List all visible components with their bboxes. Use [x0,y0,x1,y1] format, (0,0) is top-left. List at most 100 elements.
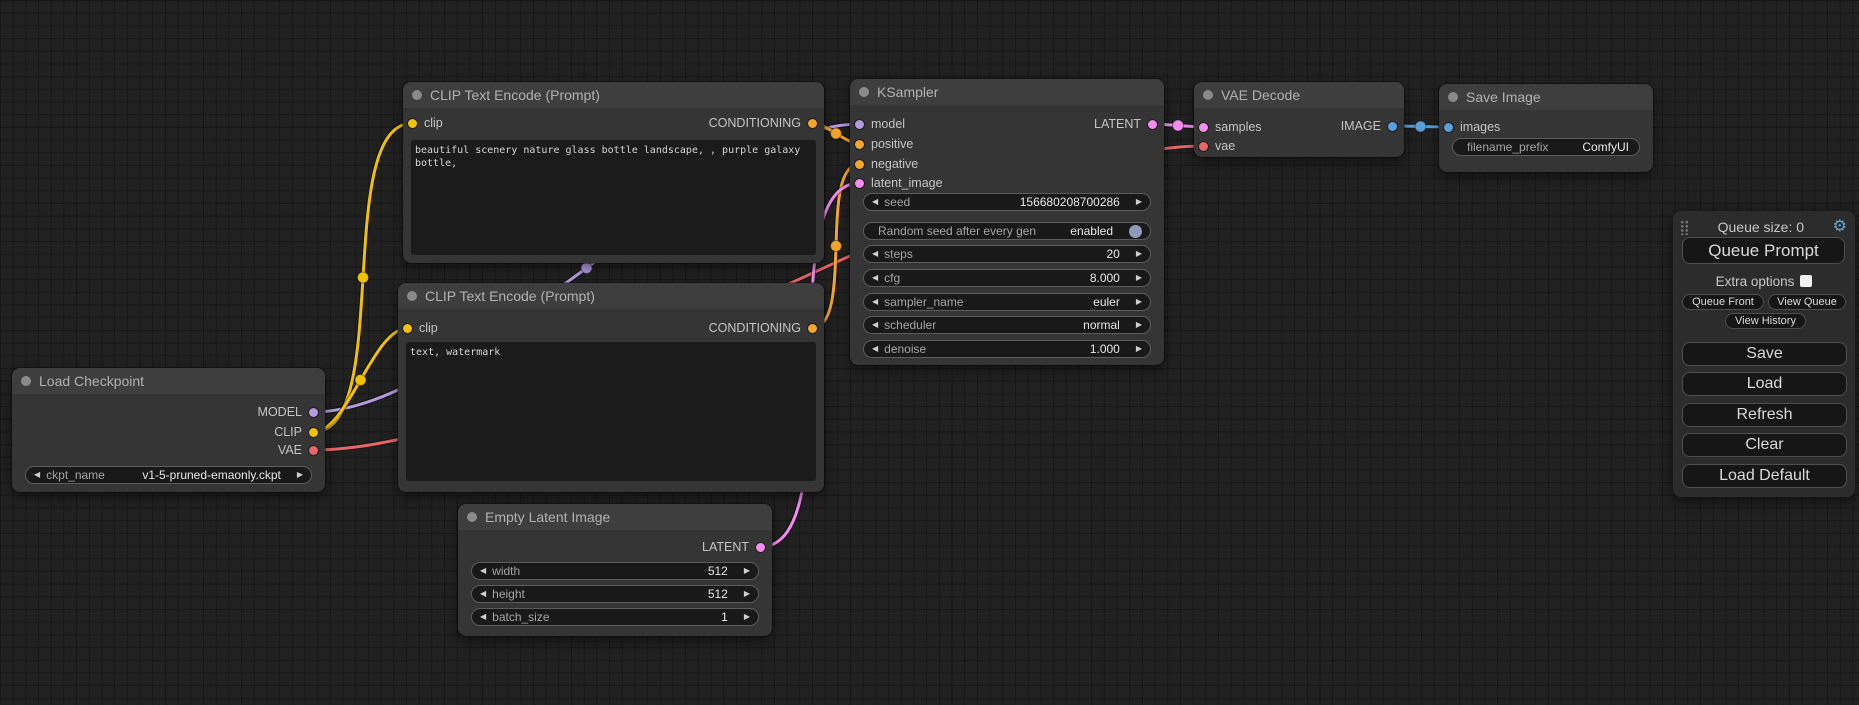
input-dot-vae[interactable] [1199,142,1208,151]
input-dot-positive[interactable] [855,140,864,149]
prompt-textarea[interactable]: text, watermark [406,342,816,481]
output-dot-image[interactable] [1388,122,1397,131]
input-slot-samples: samples [1199,119,1262,135]
decrement-arrow-icon[interactable]: ◀ [480,613,486,621]
increment-arrow-icon[interactable]: ▶ [744,567,750,575]
node-title-bar[interactable]: Empty Latent Image [458,504,772,530]
output-dot-model[interactable] [309,408,318,417]
collapse-dot-icon[interactable] [407,291,417,301]
widget-filename-prefix[interactable]: filename_prefixComfyUI [1452,138,1640,156]
output-dot-vae[interactable] [309,446,318,455]
widget-cfg[interactable]: ◀cfg8.000▶ [863,269,1151,287]
node-title-label: KSampler [877,84,938,100]
prompt-textarea[interactable]: beautiful scenery nature glass bottle la… [411,140,816,255]
decrement-arrow-icon[interactable]: ◀ [480,590,486,598]
output-label: CLIP [274,425,302,439]
input-label: model [871,117,905,131]
decrement-arrow-icon[interactable]: ◀ [872,321,878,329]
decrement-arrow-icon[interactable]: ◀ [872,345,878,353]
increment-arrow-icon[interactable]: ▶ [1136,274,1142,282]
queue-prompt-button[interactable]: Queue Prompt [1682,237,1845,264]
input-dot-negative[interactable] [855,160,864,169]
widget-height[interactable]: ◀height512▶ [471,585,759,603]
node-ksampler[interactable]: KSamplermodelpositivenegativelatent_imag… [850,79,1164,365]
widget-sampler-name[interactable]: ◀sampler_nameeuler▶ [863,293,1151,311]
increment-arrow-icon[interactable]: ▶ [1136,321,1142,329]
input-dot-samples[interactable] [1199,123,1208,132]
load-button[interactable]: Load [1682,372,1847,396]
increment-arrow-icon[interactable]: ▶ [1136,250,1142,258]
refresh-button[interactable]: Refresh [1682,403,1847,427]
collapse-dot-icon[interactable] [467,512,477,522]
input-slot-negative: negative [855,156,918,172]
increment-arrow-icon[interactable]: ▶ [744,590,750,598]
extra-options-checkbox[interactable] [1800,275,1812,287]
decrement-arrow-icon[interactable]: ◀ [872,198,878,206]
node-title-bar[interactable]: Load Checkpoint [12,368,325,394]
node-vae-decode[interactable]: VAE DecodesamplesvaeIMAGE [1194,82,1404,157]
decrement-arrow-icon[interactable]: ◀ [872,274,878,282]
output-dot-clip[interactable] [309,428,318,437]
input-dot-latent_image[interactable] [855,179,864,188]
widget-denoise[interactable]: ◀denoise1.000▶ [863,340,1151,358]
increment-arrow-icon[interactable]: ▶ [1136,345,1142,353]
node-empty-latent-image[interactable]: Empty Latent Image LATENT ◀width512▶ ◀heigh… [458,504,772,636]
node-title-bar[interactable]: CLIP Text Encode (Prompt) [403,82,824,108]
collapse-dot-icon[interactable] [412,90,422,100]
input-dot-images[interactable] [1444,123,1453,132]
widget-scheduler[interactable]: ◀schedulernormal▶ [863,316,1151,334]
increment-arrow-icon[interactable]: ▶ [1136,298,1142,306]
clear-button[interactable]: Clear [1682,433,1847,457]
view-history-button[interactable]: View History [1725,313,1806,329]
increment-arrow-icon[interactable]: ▶ [297,471,303,479]
output-dot-latent[interactable] [756,543,765,552]
widget-batch-size[interactable]: ◀batch_size1▶ [471,608,759,626]
node-title-bar[interactable]: VAE Decode [1194,82,1404,108]
node-title-bar[interactable]: CLIP Text Encode (Prompt) [398,283,824,309]
node-clip-encode-negative[interactable]: CLIP Text Encode (Prompt)clipCONDITIONIN… [398,283,824,492]
increment-arrow-icon[interactable]: ▶ [1136,198,1142,206]
output-label: VAE [278,443,302,457]
input-dot-clip[interactable] [408,119,417,128]
collapse-dot-icon[interactable] [1448,92,1458,102]
collapse-dot-icon[interactable] [859,87,869,97]
view-queue-button[interactable]: View Queue [1768,294,1846,310]
node-clip-encode-positive[interactable]: CLIP Text Encode (Prompt)clipCONDITIONIN… [403,82,824,263]
save-button[interactable]: Save [1682,342,1847,366]
widget-ckpt-name[interactable]: ◀ckpt_namev1-5-pruned-emaonly.ckpt▶ [25,466,312,484]
queue-front-button[interactable]: Queue Front [1682,294,1764,310]
output-dot-conditioning[interactable] [808,324,817,333]
widget-label: steps [884,247,913,261]
decrement-arrow-icon[interactable]: ◀ [480,567,486,575]
decrement-arrow-icon[interactable]: ◀ [34,471,40,479]
gear-icon[interactable]: ⚙ [1833,219,1847,235]
output-slot-vae: VAE [278,442,318,458]
link-midpoint-dot [1173,120,1184,131]
comfyui-canvas[interactable]: Load CheckpointMODELCLIPVAE◀ckpt_namev1-… [0,0,1859,705]
toggle-knob-icon[interactable] [1129,225,1142,238]
decrement-arrow-icon[interactable]: ◀ [872,250,878,258]
increment-arrow-icon[interactable]: ▶ [744,613,750,621]
widget-width[interactable]: ◀width512▶ [471,562,759,580]
decrement-arrow-icon[interactable]: ◀ [872,298,878,306]
output-label: LATENT [702,540,749,554]
collapse-dot-icon[interactable] [1203,90,1213,100]
drag-handle-icon[interactable] [1680,220,1689,235]
node-title-bar[interactable]: Save Image [1439,84,1653,110]
load-default-button[interactable]: Load Default [1682,464,1847,488]
widget-label: batch_size [492,610,549,624]
widget-label: scheduler [884,318,936,332]
widget-steps[interactable]: ◀ steps 20 ▶ [863,245,1151,263]
collapse-dot-icon[interactable] [21,376,31,386]
widget-Random seed after every gen[interactable]: Random seed after every genenabled [863,222,1151,240]
widget-seed[interactable]: ◀seed156680208700286▶ [863,193,1151,211]
queue-panel: Queue size: 0 ⚙ Queue Prompt Extra optio… [1673,211,1855,497]
input-dot-model[interactable] [855,120,864,129]
node-load-checkpoint[interactable]: Load CheckpointMODELCLIPVAE◀ckpt_namev1-… [12,368,325,492]
node-title-bar[interactable]: KSampler [850,79,1164,105]
node-save-image[interactable]: Save Imageimagesfilename_prefixComfyUI [1439,84,1653,172]
output-dot-conditioning[interactable] [808,119,817,128]
input-dot-clip[interactable] [403,324,412,333]
widget-value: 20 [1106,247,1119,261]
output-dot-latent[interactable] [1148,120,1157,129]
